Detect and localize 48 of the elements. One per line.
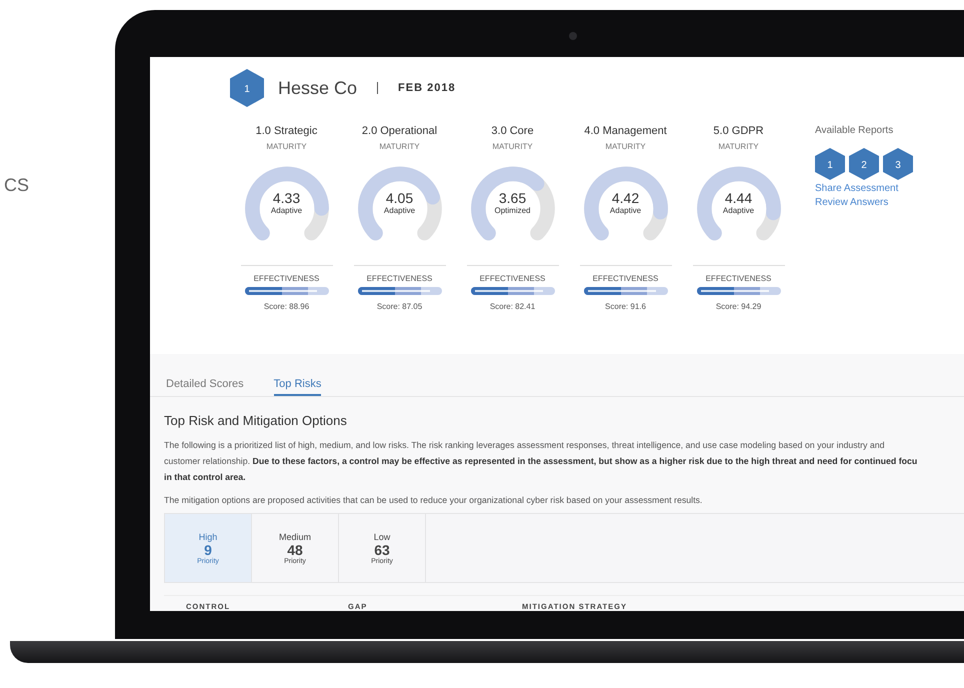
maturity-rating: Adaptive (270, 206, 302, 215)
maturity-score: 3.65 (498, 190, 526, 206)
maturity-label: MATURITY (605, 142, 646, 151)
effectiveness-label: EFFECTIVENESS (592, 274, 658, 283)
mitigation-text: The mitigation options are proposed activities that can be used to reduce your organizational cyber risk based on your assessment results. (164, 495, 704, 505)
maturity-score: 4.33 (272, 190, 300, 206)
category-title: 1.0 Strategic (256, 125, 318, 137)
maturity-label: MATURITY (266, 142, 307, 151)
tab[interactable]: Top Risks (274, 378, 322, 396)
hexagon-badge: 1 (230, 69, 264, 107)
report-button[interactable]: 2 (849, 148, 879, 180)
report-link[interactable]: Share Assessment (815, 183, 913, 194)
maturity-label: MATURITY (379, 142, 420, 151)
category-title: 2.0 Operational (362, 125, 438, 137)
maturity-rating: Adaptive (610, 206, 642, 215)
report-link[interactable]: Review Answers (815, 197, 913, 208)
effectiveness-score: Score: 91.6 (605, 302, 646, 311)
maturity-label: MATURITY (492, 142, 533, 151)
camera-icon (569, 32, 577, 40)
reports-heading: Available Reports (815, 125, 894, 136)
report-button[interactable]: 1 (815, 148, 845, 180)
intro-text-line: in that control area. (164, 471, 247, 484)
maturity-label: MATURITY (718, 142, 759, 151)
maturity-score: 4.44 (724, 190, 752, 206)
report-date: FEB 2018 (398, 82, 456, 94)
tab[interactable]: Detailed Scores (166, 378, 244, 396)
category-title: 5.0 GDPR (713, 125, 764, 137)
effectiveness-label: EFFECTIVENESS (480, 274, 546, 283)
maturity-score: 4.42 (612, 190, 640, 206)
intro-text-line: customer relationship. Due to these factors, a control may be effective as represented in the assessment, but show as a higher risk due to the high threat and need for continued focu (164, 455, 918, 468)
maturity-rating: Adaptive (384, 206, 416, 215)
effectiveness-score: Score: 87.05 (376, 302, 422, 311)
effectiveness-label: EFFECTIVENESS (706, 274, 772, 283)
category-title: 3.0 Core (491, 125, 534, 137)
intro-text-line: The following is a prioritized list of high, medium, and low risks. The risk ranking leverages assessment responses, threat intelligence, and use case modeling based on your industry and (164, 439, 886, 452)
category-title: 4.0 Management (584, 125, 667, 137)
maturity-rating: Optimized (494, 206, 530, 215)
effectiveness-score: Score: 88.96 (264, 302, 310, 311)
report-button[interactable]: 3 (883, 148, 913, 180)
section-title: Top Risk and Mitigation Options (164, 413, 348, 428)
effectiveness-score: Score: 94.29 (716, 302, 762, 311)
company-name: Hesse Co (278, 78, 358, 98)
effectiveness-label: EFFECTIVENESS (254, 274, 320, 283)
side-heading: CS (4, 175, 30, 196)
effectiveness-score: Score: 82.41 (490, 302, 536, 311)
maturity-score: 4.05 (386, 190, 414, 206)
maturity-rating: Adaptive (722, 206, 754, 215)
effectiveness-label: EFFECTIVENESS (366, 274, 432, 283)
